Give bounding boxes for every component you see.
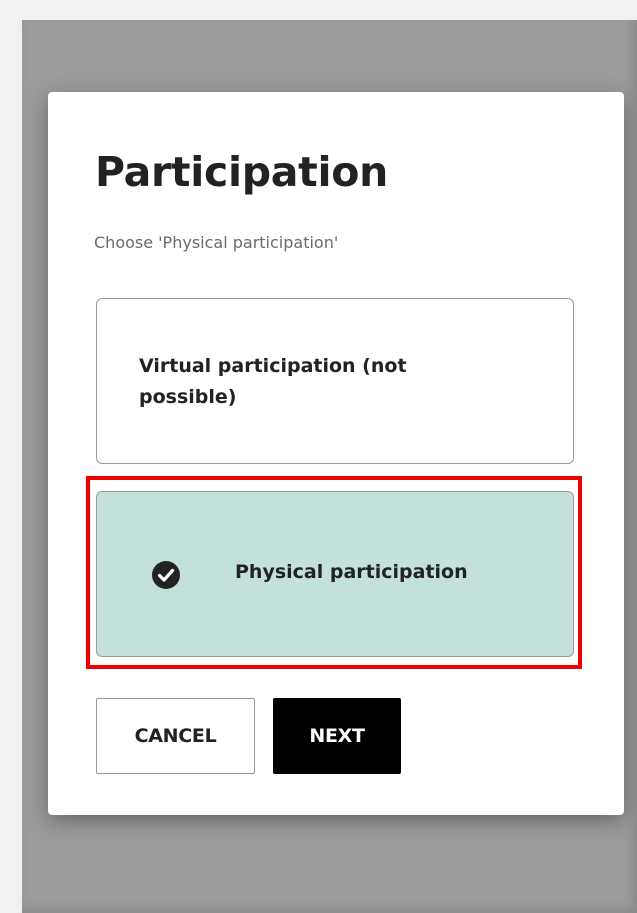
participation-dialog: Participation Choose 'Physical participa… xyxy=(48,92,624,815)
option-physical-participation[interactable]: Physical participation xyxy=(96,491,574,657)
screen-frame: Participation Choose 'Physical participa… xyxy=(0,0,637,913)
cancel-button[interactable]: CANCEL xyxy=(96,698,255,774)
option-label: Virtual participation (not possible) xyxy=(139,355,407,408)
dialog-title: Participation xyxy=(95,148,388,196)
option-virtual-participation[interactable]: Virtual participation (not possible) xyxy=(96,298,574,464)
next-button[interactable]: NEXT xyxy=(273,698,401,774)
dialog-subtitle: Choose 'Physical participation' xyxy=(94,233,339,252)
option-label: Physical participation xyxy=(235,561,468,583)
check-circle-icon xyxy=(151,560,181,590)
